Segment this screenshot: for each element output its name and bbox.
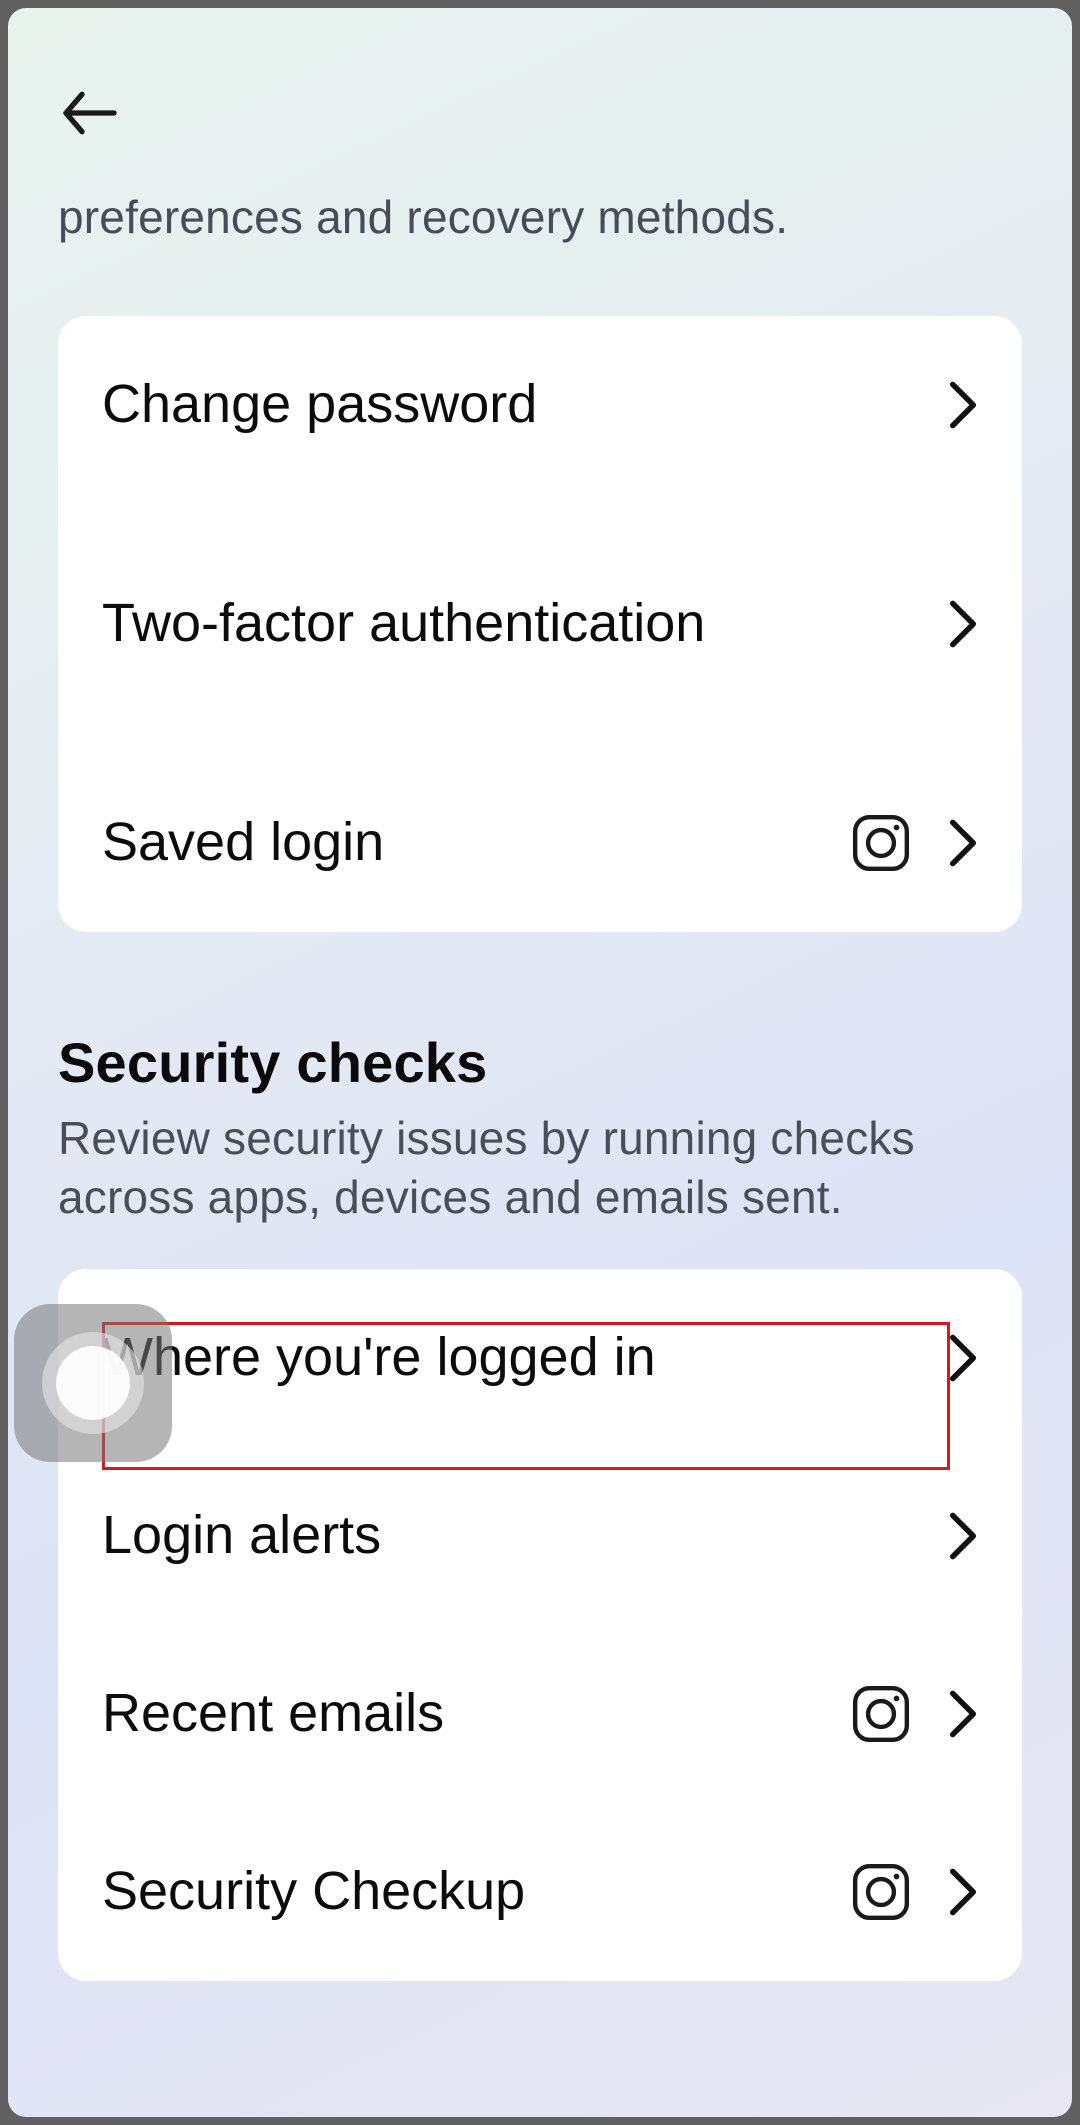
chevron-right-icon bbox=[948, 381, 978, 429]
security-checkup-item[interactable]: Security Checkup bbox=[102, 1803, 978, 1981]
chevron-right-icon bbox=[948, 1512, 978, 1560]
item-label: Two-factor authentication bbox=[102, 590, 928, 658]
item-label: Login alerts bbox=[102, 1502, 928, 1570]
recent-emails-item[interactable]: Recent emails bbox=[102, 1625, 978, 1803]
item-label: Where you're logged in bbox=[102, 1324, 928, 1392]
login-recovery-card: Change password Two-factor authenticatio… bbox=[58, 316, 1022, 932]
saved-login-item[interactable]: Saved login bbox=[102, 754, 978, 932]
chevron-right-icon bbox=[948, 1334, 978, 1382]
item-label: Recent emails bbox=[102, 1680, 830, 1748]
back-arrow-icon bbox=[58, 81, 122, 145]
chevron-right-icon bbox=[948, 819, 978, 867]
chevron-right-icon bbox=[948, 600, 978, 648]
assistive-touch-inner-dot bbox=[56, 1346, 130, 1420]
login-alerts-item[interactable]: Login alerts bbox=[102, 1447, 978, 1625]
back-button[interactable] bbox=[58, 78, 128, 148]
item-label: Saved login bbox=[102, 809, 830, 877]
chevron-right-icon bbox=[948, 1868, 978, 1916]
where-youre-logged-in-item[interactable]: Where you're logged in bbox=[102, 1269, 978, 1447]
security-checks-title: Security checks bbox=[58, 1030, 1022, 1095]
change-password-item[interactable]: Change password bbox=[102, 316, 978, 494]
assistive-touch-outer-ring bbox=[42, 1332, 144, 1434]
item-label: Change password bbox=[102, 371, 928, 439]
header-subtext: preferences and recovery methods. bbox=[58, 188, 1022, 248]
instagram-icon bbox=[850, 1861, 912, 1923]
security-checks-description: Review security issues by running checks… bbox=[58, 1109, 1022, 1227]
instagram-icon bbox=[850, 1683, 912, 1745]
chevron-right-icon bbox=[948, 1690, 978, 1738]
instagram-icon bbox=[850, 812, 912, 874]
two-factor-auth-item[interactable]: Two-factor authentication bbox=[102, 494, 978, 754]
item-label: Security Checkup bbox=[102, 1858, 830, 1926]
screen-frame: preferences and recovery methods. Change… bbox=[8, 8, 1072, 2117]
security-checks-card: Where you're logged in Login alerts Rece… bbox=[58, 1269, 1022, 1981]
assistive-touch-button[interactable] bbox=[14, 1304, 172, 1462]
